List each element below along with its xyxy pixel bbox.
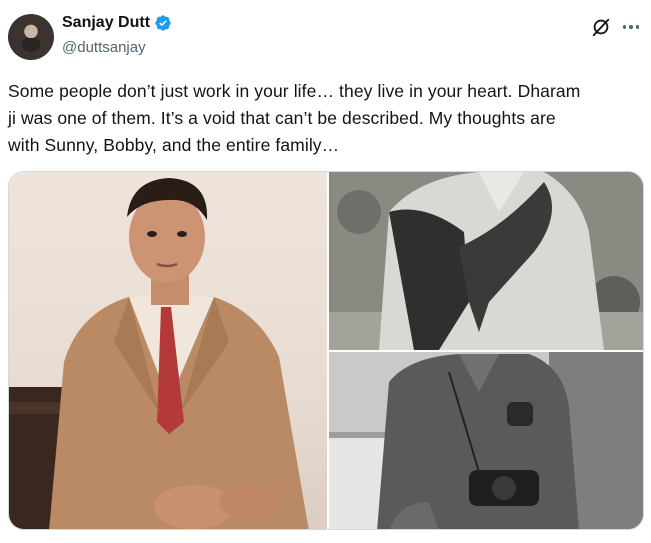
portrait-illustration	[9, 178, 309, 529]
more-dots-icon[interactable]	[620, 16, 642, 38]
media-photo-portrait[interactable]	[9, 172, 327, 529]
author-name-row[interactable]: Sanjay Dutt	[62, 14, 172, 32]
grok-slash-icon[interactable]	[590, 16, 612, 38]
tweet-line-2: ji was one of them. It’s a void that can…	[8, 108, 556, 128]
tweet-media-grid	[8, 171, 644, 530]
tweet-header: Sanjay Dutt @duttsanjay	[8, 10, 644, 62]
author-handle[interactable]: @duttsanjay	[62, 39, 146, 56]
tweet-line-1: Some people don’t just work in your life…	[8, 81, 581, 101]
verified-badge-icon	[155, 15, 171, 31]
author-display-name[interactable]: Sanjay Dutt	[62, 14, 150, 32]
media-photo-checked-shirt[interactable]	[329, 172, 643, 350]
tweet-text: Some people don’t just work in your life…	[8, 78, 644, 159]
checked-shirt-illustration	[329, 172, 643, 350]
camera-photo-illustration	[329, 352, 643, 529]
author-avatar[interactable]	[8, 14, 54, 60]
tweet-line-3: with Sunny, Bobby, and the entire family…	[8, 135, 340, 155]
media-photo-camera[interactable]	[329, 352, 643, 529]
